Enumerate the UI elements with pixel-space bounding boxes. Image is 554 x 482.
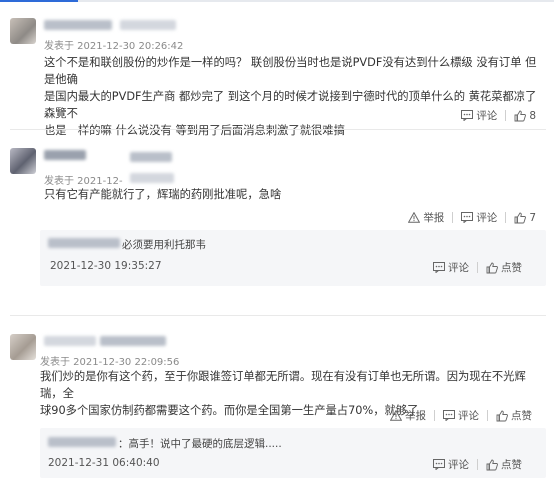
comment-item: 发表于 2021-12-30 20:26:42 这个不是和联创股份的炒作是一样的… — [0, 0, 554, 137]
user-badge-blurred — [100, 336, 166, 346]
like-button[interactable]: 点赞 — [496, 408, 532, 423]
comment-label: 评论 — [448, 262, 469, 274]
reply-username-blurred[interactable] — [48, 238, 120, 248]
avatar[interactable] — [10, 18, 36, 44]
comment-label: 评论 — [458, 410, 479, 422]
report-label: 举报 — [405, 410, 426, 422]
user-badge-blurred — [120, 20, 176, 30]
comment-text: 这个不是和联创股份的炒作是一样的吗？ 联创股份当时也是说PVDF没有达到什么標级… — [44, 54, 544, 139]
like-button[interactable]: 8 — [514, 110, 536, 122]
reply-item: 必须要用利托那韦 2021-12-30 19:35:27 评论 点赞 — [40, 230, 546, 286]
divider — [452, 212, 454, 223]
like-button[interactable]: 7 — [514, 212, 536, 224]
like-label: 点赞 — [501, 459, 522, 471]
timestamp-blurred — [130, 173, 174, 183]
comment-button[interactable]: 评论 — [461, 108, 497, 123]
reply-timestamp: 2021-12-31 06:40:40 — [48, 457, 160, 469]
warning-icon — [408, 212, 421, 223]
reply-item: ：高手！说中了最硬的底层逻辑..... 2021-12-31 06:40:40 … — [40, 428, 546, 478]
reply-username-blurred[interactable] — [48, 437, 116, 447]
like-count: 7 — [529, 211, 536, 224]
comment-line: 只有它有产能就行了，辉瑞的药刚批准呢，急啥 — [44, 188, 282, 201]
comment-label: 评论 — [448, 459, 469, 471]
like-label: 点赞 — [501, 262, 522, 274]
thumbs-up-icon — [496, 410, 508, 421]
comment-actions: 举报 评论 7 — [408, 210, 536, 225]
comment-icon — [433, 262, 445, 273]
comment-label: 评论 — [476, 110, 498, 122]
comment-item: 发表于 2021-12-30 22:09:56 我们炒的是你有这个药，至于你跟谁… — [0, 316, 554, 482]
comment-button[interactable]: 评论 — [461, 210, 497, 225]
reply-like-button[interactable]: 点赞 — [486, 457, 522, 472]
comment-text: 只有它有产能就行了，辉瑞的药刚批准呢，急啥 — [44, 186, 544, 203]
divider — [487, 410, 488, 421]
user-badge-blurred — [130, 152, 172, 162]
report-button[interactable]: 举报 — [390, 408, 426, 423]
like-label: 点赞 — [511, 410, 532, 422]
thumbs-up-icon — [486, 262, 498, 273]
reply-timestamp: 2021-12-30 19:35:27 — [50, 260, 162, 272]
reply-comment-button[interactable]: 评论 — [433, 260, 469, 275]
comment-icon — [433, 459, 445, 470]
comment-label: 评论 — [476, 212, 498, 224]
comment-icon — [461, 110, 474, 121]
reply-actions: 评论 点赞 — [433, 457, 522, 472]
divider — [505, 110, 507, 121]
reply-text: 必须要用利托那韦 — [122, 239, 206, 251]
reply-text: ：高手！说中了最硬的底层逻辑..... — [118, 438, 282, 450]
divider — [505, 212, 507, 223]
avatar[interactable] — [10, 148, 36, 174]
thumbs-up-icon — [486, 459, 498, 470]
warning-icon — [390, 410, 402, 421]
username-blurred[interactable] — [44, 20, 112, 30]
thumbs-up-icon — [514, 212, 527, 223]
divider — [434, 410, 435, 421]
reply-actions: 评论 点赞 — [433, 260, 522, 275]
reply-like-button[interactable]: 点赞 — [486, 260, 522, 275]
report-label: 举报 — [423, 212, 445, 224]
comment-item: 发表于 2021-12- 只有它有产能就行了，辉瑞的药刚批准呢，急啥 举报 评论… — [0, 130, 554, 316]
report-button[interactable]: 举报 — [408, 210, 444, 225]
comment-timestamp: 发表于 2021-12- — [44, 176, 123, 187]
username-blurred[interactable] — [44, 150, 86, 160]
username-blurred[interactable] — [44, 336, 96, 346]
comment-timestamp: 发表于 2021-12-30 20:26:42 — [44, 41, 184, 52]
comment-timestamp: 发表于 2021-12-30 22:09:56 — [40, 357, 180, 368]
comment-line: 这个不是和联创股份的炒作是一样的吗？ 联创股份当时也是说PVDF没有达到什么標级… — [44, 56, 537, 86]
thumbs-up-icon — [514, 110, 527, 121]
comment-line: 我们炒的是你有这个药，至于你跟谁签订单都无所谓。现在有没有订单也无所谓。因为现在… — [40, 370, 526, 400]
comment-actions: 举报 评论 点赞 — [390, 408, 532, 423]
like-count: 8 — [529, 109, 536, 122]
divider — [477, 459, 478, 470]
comment-icon — [461, 212, 474, 223]
comment-actions: 评论 8 — [461, 108, 536, 123]
divider — [477, 262, 478, 273]
comment-icon — [443, 410, 455, 421]
avatar[interactable] — [10, 334, 36, 360]
comment-button[interactable]: 评论 — [443, 408, 479, 423]
reply-comment-button[interactable]: 评论 — [433, 457, 469, 472]
